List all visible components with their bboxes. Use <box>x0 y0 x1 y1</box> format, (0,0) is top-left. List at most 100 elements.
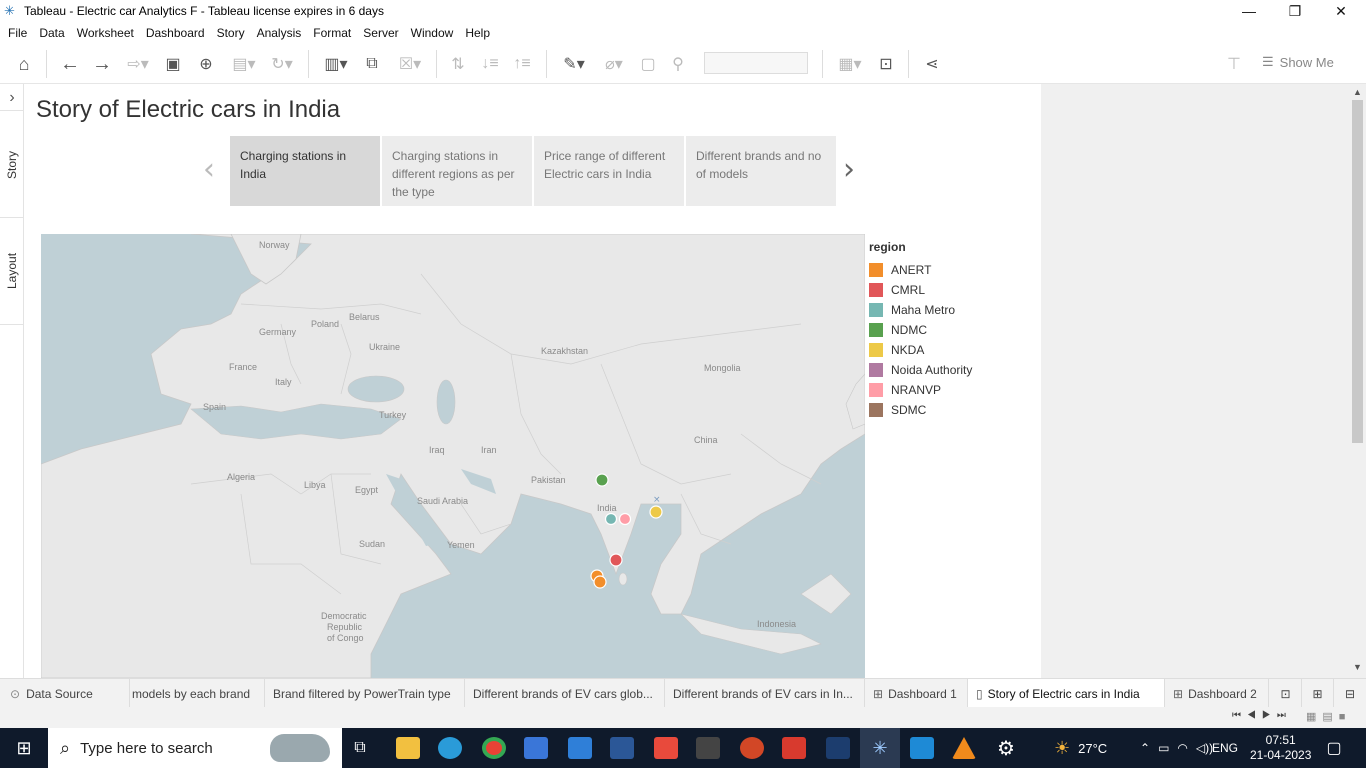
legend-item-noida-authority[interactable]: Noida Authority <box>869 360 972 380</box>
chrome-icon[interactable] <box>478 728 510 768</box>
menu-window[interactable]: Window <box>407 26 462 40</box>
menu-help[interactable]: Help <box>461 26 498 40</box>
language-indicator[interactable]: ENG <box>1212 728 1238 768</box>
mark-nranvp[interactable] <box>618 512 632 526</box>
tab-models-by-each-brand[interactable]: models by each brand <box>124 679 265 708</box>
expand-icon[interactable]: › <box>0 88 24 108</box>
home-icon[interactable]: ⌂ <box>12 52 36 76</box>
clear-sheet-icon[interactable]: ☒▾ <box>392 52 428 76</box>
menu-dashboard[interactable]: Dashboard <box>142 26 213 40</box>
taskbar-search[interactable]: ⌕ Type here to search <box>48 728 342 768</box>
menu-analysis[interactable]: Analysis <box>253 26 310 40</box>
menu-worksheet[interactable]: Worksheet <box>73 26 142 40</box>
story-point-1[interactable]: Charging stations in India <box>230 136 380 206</box>
presentation-mode-icon[interactable]: ⊡ <box>874 52 898 76</box>
pause-updates-icon[interactable]: ▤▾ <box>226 52 262 76</box>
story-point-3[interactable]: Price range of different Electric cars i… <box>534 136 684 206</box>
settings-gear-icon[interactable]: ⚙ <box>990 728 1022 768</box>
story-point-4[interactable]: Different brands and no of models <box>686 136 836 206</box>
scroll-thumb[interactable] <box>1352 100 1363 443</box>
scroll-up-icon[interactable]: ▲ <box>1352 87 1363 97</box>
mark-cmrl[interactable] <box>609 553 623 567</box>
new-story-tab-icon[interactable]: ⊟ <box>1334 679 1366 708</box>
vlc-icon[interactable] <box>948 728 980 768</box>
new-dashboard-tab-icon[interactable]: ⊞ <box>1302 679 1334 708</box>
menu-story[interactable]: Story <box>213 26 253 40</box>
menu-format[interactable]: Format <box>309 26 359 40</box>
refresh-icon[interactable]: ↻▾ <box>264 52 300 76</box>
wps-office-icon[interactable] <box>778 728 810 768</box>
tab-story-of-electric-cars[interactable]: ▯ Story of Electric cars in India <box>968 679 1165 708</box>
swap-icon[interactable]: ⇅ <box>446 52 470 76</box>
word-icon[interactable] <box>606 728 638 768</box>
store-icon[interactable] <box>520 728 552 768</box>
fit-dropdown[interactable] <box>704 52 808 74</box>
notification-icon[interactable]: ▢ <box>1318 728 1350 768</box>
view-mode-icons[interactable]: ▦▤■ <box>1306 710 1351 723</box>
sheet-nav-icons[interactable]: ⏮◀▶⏭ <box>1232 710 1292 721</box>
tab-ev-brands-india[interactable]: Different brands of EV cars in In... <box>665 679 865 708</box>
new-worksheet-tab-icon[interactable]: ⊡ <box>1270 679 1302 708</box>
tab-dashboard-2[interactable]: ⊞ Dashboard 2 <box>1165 679 1269 708</box>
format-painter-icon[interactable]: ⊤ <box>1222 52 1246 76</box>
tab-brand-filtered-by-powertrain[interactable]: Brand filtered by PowerTrain type <box>265 679 465 708</box>
group-icon[interactable]: ⌀▾ <box>596 52 632 76</box>
map-view[interactable]: Norway Belarus Poland Germany Ukraine Ka… <box>41 234 865 678</box>
terminal-icon[interactable] <box>692 728 724 768</box>
minimize-button[interactable]: — <box>1226 0 1272 22</box>
analytics-app-icon[interactable] <box>822 728 854 768</box>
task-view-icon[interactable]: ⧉ <box>344 728 376 768</box>
git-app-icon[interactable] <box>650 728 682 768</box>
share-icon[interactable]: ⋖ <box>920 52 944 76</box>
clock[interactable]: 07:51 21-04-2023 <box>1250 728 1311 768</box>
duplicate-icon[interactable]: ⧉ <box>360 52 384 76</box>
show-me-button[interactable]: ☰ Show Me <box>1262 54 1334 70</box>
file-explorer-icon[interactable] <box>392 728 424 768</box>
tableau-taskbar-icon[interactable]: ✳ <box>860 728 900 768</box>
story-tab[interactable]: Story <box>0 112 24 217</box>
legend-item-anert[interactable]: ANERT <box>869 260 972 280</box>
close-button[interactable]: ✕ <box>1318 0 1364 22</box>
sort-descending-icon[interactable]: ↑≡ <box>510 52 534 76</box>
edge-icon[interactable] <box>434 728 466 768</box>
menu-data[interactable]: Data <box>35 26 72 40</box>
redo-icon[interactable]: → <box>90 52 114 76</box>
mark-maha-metro[interactable] <box>604 512 618 526</box>
maximize-button[interactable]: ❐ <box>1272 0 1318 22</box>
legend-item-nranvp[interactable]: NRANVP <box>869 380 972 400</box>
mark-nkda[interactable] <box>649 505 663 519</box>
powerpoint-icon[interactable] <box>736 728 768 768</box>
fix-axes-icon[interactable]: ⚲ <box>666 52 690 76</box>
new-worksheet-icon[interactable]: ▥▾ <box>318 52 354 76</box>
labels-icon[interactable]: ▢ <box>636 52 660 76</box>
legend-item-cmrl[interactable]: CMRL <box>869 280 972 300</box>
new-data-source-icon[interactable]: ⊕ <box>194 52 218 76</box>
legend-item-sdmc[interactable]: SDMC <box>869 400 972 420</box>
tab-data-source[interactable]: ⊙ Data Source <box>0 679 130 708</box>
tab-ev-brands-global[interactable]: Different brands of EV cars glob... <box>465 679 665 708</box>
save-icon[interactable]: ▣ <box>162 52 184 76</box>
vertical-scrollbar[interactable]: ▲ ▼ <box>1349 84 1366 678</box>
show-cards-icon[interactable]: ▦▾ <box>832 52 868 76</box>
undo-icon[interactable]: ← <box>58 52 82 76</box>
legend-item-maha-metro[interactable]: Maha Metro <box>869 300 972 320</box>
menu-server[interactable]: Server <box>359 26 406 40</box>
scroll-down-icon[interactable]: ▼ <box>1352 662 1363 672</box>
prev-story-point-button[interactable]: ‹ <box>203 152 215 187</box>
legend-item-nkda[interactable]: NKDA <box>869 340 972 360</box>
story-point-2[interactable]: Charging stations in different regions a… <box>382 136 532 206</box>
tab-dashboard-1[interactable]: ⊞ Dashboard 1 <box>865 679 968 708</box>
layout-tab[interactable]: Layout <box>0 218 24 324</box>
weather-widget[interactable]: ☀ 27°C <box>1054 728 1107 768</box>
vscode-icon[interactable] <box>906 728 938 768</box>
menu-file[interactable]: File <box>4 26 35 40</box>
tray-icons[interactable]: ⌃ ▭ ◠ ◁)) <box>1140 728 1213 768</box>
replay-icon[interactable]: ⇨▾ <box>120 52 156 76</box>
windows-start-icon[interactable]: ⊞ <box>6 728 42 768</box>
legend-item-ndmc[interactable]: NDMC <box>869 320 972 340</box>
mail-icon[interactable] <box>564 728 596 768</box>
sort-ascending-icon[interactable]: ↓≡ <box>478 52 502 76</box>
mark-ndmc[interactable] <box>595 473 609 487</box>
highlight-icon[interactable]: ✎▾ <box>556 52 592 76</box>
next-story-point-button[interactable]: › <box>843 152 855 187</box>
